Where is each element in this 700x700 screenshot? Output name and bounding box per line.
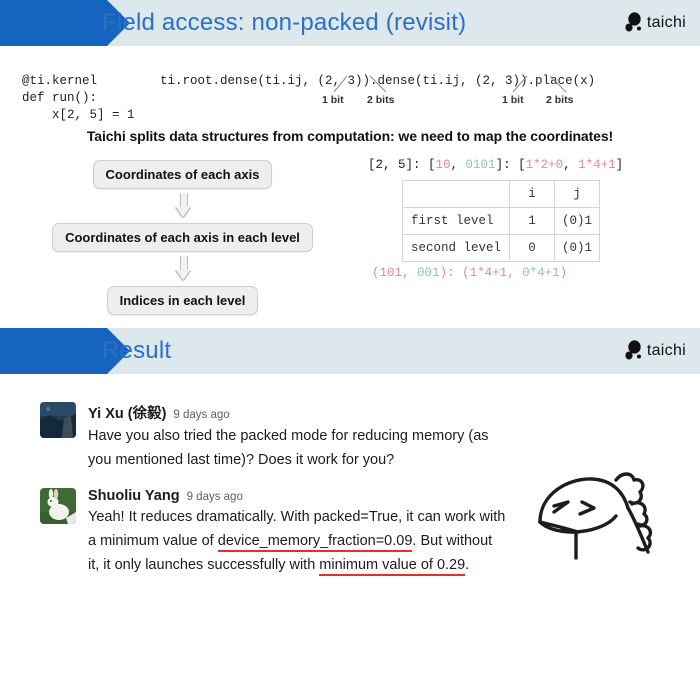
taichi-logo: taichi <box>623 12 686 34</box>
comment-timestamp: 9 days ago <box>186 491 243 503</box>
row-first-level-j: (0)1 <box>554 207 601 235</box>
top-expr-suffix: ] <box>615 158 624 172</box>
code-area: @ti.kernel def run(): x[2, 5] = 1 ti.roo… <box>0 46 700 124</box>
comment-line: a minimum value of device_memory_fractio… <box>88 529 593 553</box>
table-header-blank <box>401 180 511 208</box>
top-expr-prefix: [2, 5]: [ <box>368 158 436 172</box>
comment-text-fragment: a minimum value of <box>88 533 218 549</box>
comment-body: Shuoliu Yang 9 days ago Yeah! It reduces… <box>88 488 593 577</box>
table-row: second level 0 (0)1 <box>401 234 601 262</box>
top-expr-bin-i: 10 <box>435 158 451 172</box>
top-expr-sep2: , <box>563 158 579 172</box>
bottom-expr-sep2: , <box>507 266 523 280</box>
table-row: first level 1 (0)1 <box>401 207 601 235</box>
slide1-banner: Field access: non-packed (revisit) taich… <box>0 0 700 46</box>
table-header-row: i j <box>401 180 601 208</box>
comment-line: it, it only launches successfully with m… <box>88 553 593 577</box>
slide2-banner: Result taichi <box>0 328 700 374</box>
bottom-expr-calc-j: 0*4+1 <box>522 266 560 280</box>
avatar[interactable] <box>40 488 76 524</box>
bottom-expression: (101, 001): (1*4+1, 0*4+1) <box>372 264 623 282</box>
slide-field-access: Field access: non-packed (revisit) taich… <box>0 0 700 315</box>
taichi-logo-text: taichi <box>646 14 686 31</box>
bottom-expr-close: ) <box>559 266 568 280</box>
comment-timestamp: 9 days ago <box>173 409 230 421</box>
row-second-level-i: 0 <box>509 234 556 262</box>
bottom-expr-sep1: , <box>402 266 418 280</box>
flow-arrow-down-1 <box>176 193 190 219</box>
slide2-title: Result <box>102 337 172 364</box>
comment-line: Have you also tried the packed mode for … <box>88 428 489 444</box>
taichi-logo-icon <box>625 340 641 360</box>
flow-box-3: Indices in each level <box>106 286 259 315</box>
comment-header: Yi Xu (徐毅) 9 days ago <box>88 402 593 423</box>
row-second-level-j: (0)1 <box>554 234 601 262</box>
comment-text: Yeah! It reduces dramatically. With pack… <box>88 505 593 577</box>
bit-label-1: 1 bit <box>322 94 344 106</box>
top-expr-calc-i: 1*2+0 <box>525 158 564 172</box>
bit-leader-lines <box>333 75 567 93</box>
comment-author[interactable]: Shuoliu Yang <box>88 488 180 504</box>
comment-text: Have you also tried the packed mode for … <box>88 424 593 472</box>
comment-line: Yeah! It reduces dramatically. With pack… <box>88 505 593 529</box>
bit-label-4: 2 bits <box>546 94 574 106</box>
bottom-expr-bits-j: 001 <box>417 266 440 280</box>
coordinate-mapping-example: [2, 5]: [10, 0101]: [1*2+0, 1*4+1] i j f… <box>368 156 623 282</box>
taichi-logo-text: taichi <box>646 342 686 359</box>
row-first-level-i: 1 <box>509 207 556 235</box>
comment-text-fragment: . But without <box>412 533 493 549</box>
top-expr-sep1: , <box>450 158 466 172</box>
flow-box-2: Coordinates of each axis in each level <box>52 223 313 252</box>
doodle-illustration <box>524 466 684 571</box>
taichi-logo-icon <box>625 12 641 32</box>
flow-box-1: Coordinates of each axis <box>92 160 273 189</box>
table-header-i: i <box>509 180 556 208</box>
table-header-j: j <box>554 180 601 208</box>
avatar[interactable] <box>40 402 76 438</box>
slide1-title: Field access: non-packed (revisit) <box>102 9 467 36</box>
comment-author[interactable]: Yi Xu (徐毅) <box>88 402 166 423</box>
flow-arrow-down-2 <box>176 256 190 282</box>
row-label-first-level: first level <box>401 207 511 235</box>
comment-body: Yi Xu (徐毅) 9 days ago Have you also trie… <box>88 402 593 472</box>
bottom-expr-mid: ): ( <box>439 266 470 280</box>
top-expr-bin-j: 0101 <box>465 158 496 172</box>
key-statement: Taichi splits data structures from compu… <box>86 128 614 144</box>
bottom-expr-bits-i: 101 <box>379 266 403 280</box>
level-index-table: i j first level 1 (0)1 second level 0 (0… <box>401 180 601 262</box>
top-expr-calc-j: 1*4+1 <box>578 158 616 172</box>
comment-text-fragment: . <box>465 557 470 573</box>
comment-header: Shuoliu Yang 9 days ago <box>88 488 593 504</box>
rabbit-photo-avatar <box>40 488 76 524</box>
bottom-expr-open: ( <box>372 266 380 280</box>
highlighted-value-minimum: minimum value of 0.29 <box>319 557 466 573</box>
top-expr-mid: ]: [ <box>495 158 526 172</box>
highlighted-value-device-memory-fraction: device_memory_fraction=0.09 <box>217 533 413 549</box>
comment-text-fragment: Yeah! It reduces dramatically. With pack… <box>88 509 506 525</box>
squinting-face-doodle <box>538 472 653 560</box>
coordinate-mapping-flowchart: Coordinates of each axis Coordinates of … <box>10 160 355 315</box>
list-item: Yi Xu (徐毅) 9 days ago Have you also trie… <box>40 402 700 472</box>
landscape-photo-avatar <box>40 402 76 438</box>
row-label-second-level: second level <box>401 234 511 262</box>
slide-result: Result taichi Yi Xu (徐毅) 9 days ago Have… <box>0 328 700 577</box>
taichi-logo: taichi <box>623 340 686 362</box>
comment-line: you mentioned last time)? Does it work f… <box>88 452 395 468</box>
bit-label-3: 1 bit <box>502 94 524 106</box>
top-expression: [2, 5]: [10, 0101]: [1*2+0, 1*4+1] <box>368 156 623 174</box>
bit-label-2: 2 bits <box>367 94 395 106</box>
bottom-expr-calc-i: 1*4+1 <box>469 266 508 280</box>
comment-text-fragment: it, it only launches successfully with <box>88 557 320 573</box>
